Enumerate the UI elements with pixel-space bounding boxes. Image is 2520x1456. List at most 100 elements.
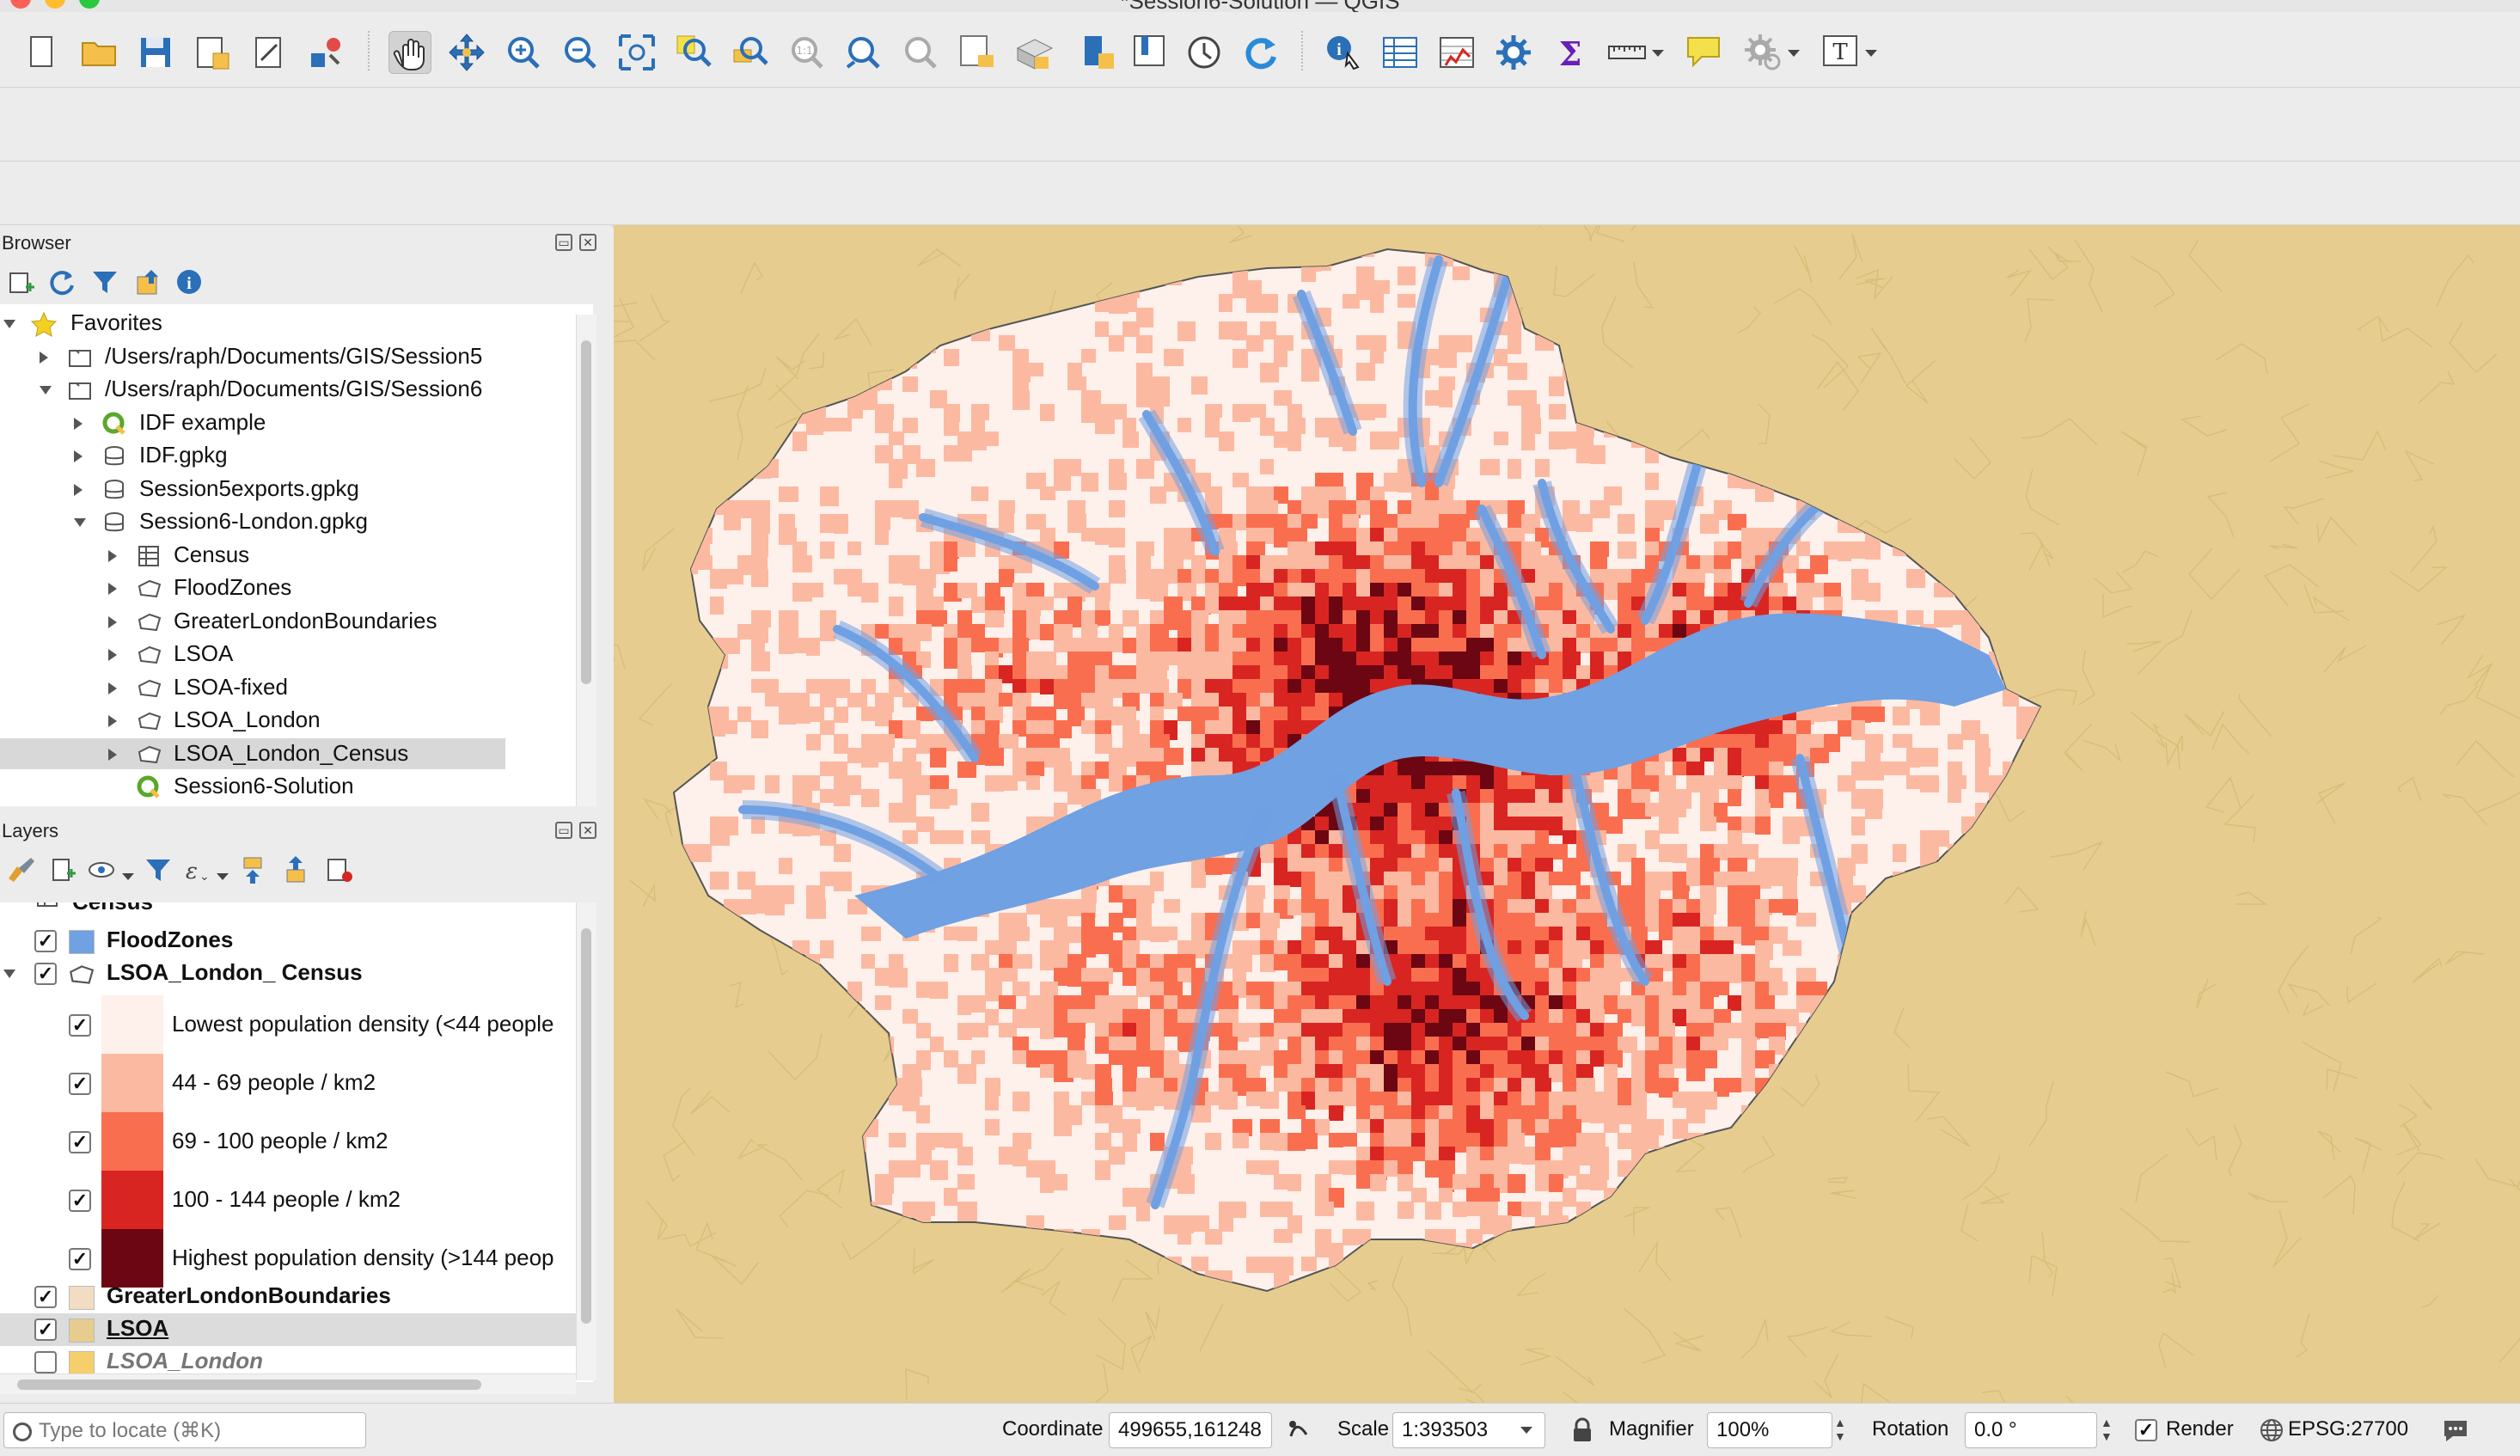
style-manager-icon[interactable] [304, 31, 347, 74]
pan-map-icon[interactable] [388, 31, 431, 74]
layer-item[interactable]: Census [0, 902, 576, 923]
close-panel-icon[interactable]: ✕ [579, 822, 596, 839]
browser-item[interactable]: Session5exports.gpkg [0, 474, 567, 505]
zoom-next-icon[interactable] [899, 31, 942, 74]
layer-visibility-checkbox[interactable]: ✓ [34, 1286, 57, 1308]
expanded-arrow-icon[interactable] [74, 518, 86, 527]
legend-class-checkbox[interactable]: ✓ [69, 1014, 91, 1037]
collapse-all-icon[interactable] [280, 853, 315, 887]
temporal-controller-icon[interactable] [1183, 31, 1226, 74]
zoom-to-selection-icon[interactable] [672, 31, 715, 74]
zoom-to-layer-icon[interactable] [729, 31, 772, 74]
style-manager-icon[interactable] [3, 853, 38, 887]
browser-item[interactable]: GreaterLondonBoundaries [0, 606, 567, 637]
remove-layer-icon[interactable] [321, 853, 356, 887]
open-project-icon[interactable] [77, 31, 120, 74]
new-3d-map-icon[interactable] [1012, 31, 1055, 74]
show-bookmarks-icon[interactable] [1128, 31, 1171, 74]
identify-features-icon[interactable]: i [1322, 31, 1365, 74]
browser-item[interactable]: LSOA-fixed [0, 672, 567, 703]
layer-item[interactable]: ✓ LSOA_London_ Census [0, 957, 576, 990]
collapsed-arrow-icon[interactable] [108, 748, 117, 761]
dropdown-caret-icon[interactable] [122, 873, 134, 880]
browser-item[interactable]: /Users/raph/Documents/GIS/Session6 [0, 374, 567, 405]
browser-item[interactable]: FloodZones [0, 572, 567, 603]
legend-class-item[interactable]: ✓ 69 - 100 people / km2 [0, 1112, 576, 1171]
layer-item[interactable]: ✓ GreaterLondonBoundaries [0, 1281, 576, 1313]
refresh-icon[interactable] [1239, 31, 1282, 74]
statistical-summary-icon[interactable] [1435, 31, 1478, 74]
dropdown-caret-icon[interactable] [217, 873, 229, 880]
collapsed-arrow-icon[interactable] [108, 682, 117, 694]
browser-scroll-thumb[interactable] [581, 340, 591, 684]
new-map-view-icon[interactable] [956, 31, 999, 74]
collapsed-arrow-icon[interactable] [108, 549, 117, 562]
legend-class-checkbox[interactable]: ✓ [69, 1248, 91, 1270]
layers-scrollbar[interactable] [576, 902, 596, 1380]
layer-visibility-checkbox[interactable]: ✓ [34, 963, 57, 985]
browser-item[interactable]: IDF.gpkg [0, 440, 567, 471]
browser-item[interactable]: /Users/raph/Documents/GIS/Session5 [0, 341, 567, 372]
browser-item[interactable]: Favorites [0, 308, 567, 339]
zoom-full-icon[interactable] [615, 31, 658, 74]
collapsed-arrow-icon[interactable] [108, 615, 117, 628]
visibility-icon[interactable] [86, 853, 120, 887]
chevron-down-icon[interactable] [1652, 50, 1664, 57]
refresh-icon[interactable] [45, 265, 79, 299]
map-canvas[interactable] [614, 225, 2520, 1403]
browser-item[interactable]: LSOA [0, 639, 567, 670]
legend-class-item[interactable]: ✓ Highest population density (>144 peop [0, 1229, 576, 1288]
info-icon[interactable]: i [172, 265, 206, 299]
expanded-arrow-icon[interactable] [3, 970, 15, 978]
show-statistical-summary-icon[interactable]: Σ [1549, 31, 1592, 74]
add-selected-layers-icon[interactable] [3, 265, 38, 299]
layers-hscrollbar[interactable] [0, 1373, 576, 1394]
zoom-native-icon[interactable]: 1:1 [786, 31, 829, 74]
layers-scroll-thumb[interactable] [581, 928, 591, 1324]
actions-icon[interactable] [1741, 31, 1784, 74]
layers-hscroll-thumb[interactable] [17, 1380, 481, 1390]
collapse-all-icon[interactable] [131, 265, 165, 299]
expanded-arrow-icon[interactable] [40, 386, 52, 395]
new-bookmark-icon[interactable] [1076, 31, 1119, 74]
zoom-last-icon[interactable] [842, 31, 885, 74]
browser-item[interactable]: LSOA_London_Census [0, 737, 505, 769]
layer-visibility-checkbox[interactable]: ✓ [34, 1318, 57, 1341]
browser-item[interactable]: Census [0, 540, 567, 571]
pan-to-selection-icon[interactable] [445, 31, 488, 74]
browser-item[interactable]: Session6-Start [0, 804, 567, 807]
text-annotation-icon[interactable]: T [1819, 31, 1862, 74]
collapsed-arrow-icon[interactable] [108, 649, 117, 661]
new-print-layout-icon[interactable] [191, 31, 234, 74]
layer-item[interactable]: ✓ LSOA [0, 1313, 576, 1346]
filter-legend-icon[interactable] [141, 853, 175, 887]
legend-class-item[interactable]: ✓ 44 - 69 people / km2 [0, 1054, 576, 1112]
float-panel-icon[interactable]: ▭ [555, 234, 572, 251]
collapsed-arrow-icon[interactable] [108, 583, 117, 595]
collapsed-arrow-icon[interactable] [40, 351, 48, 364]
browser-item[interactable]: IDF example [0, 407, 567, 438]
layout-manager-icon[interactable] [248, 31, 291, 74]
legend-class-checkbox[interactable]: ✓ [69, 1073, 91, 1095]
float-panel-icon[interactable]: ▭ [555, 822, 572, 839]
expression-filter-icon[interactable]: ε ⌄ [180, 853, 215, 887]
zoom-in-icon[interactable] [502, 31, 545, 74]
add-group-icon[interactable] [45, 853, 79, 887]
layer-visibility-checkbox[interactable]: ✓ [34, 930, 57, 952]
browser-scrollbar[interactable] [576, 315, 596, 806]
measure-line-icon[interactable] [1606, 31, 1648, 74]
browser-item[interactable]: Session6-London.gpkg [0, 506, 567, 537]
chevron-down-icon[interactable] [1865, 50, 1877, 57]
legend-class-item[interactable]: ✓ Lowest population density (<44 people [0, 995, 576, 1054]
close-panel-icon[interactable]: ✕ [579, 234, 596, 251]
collapsed-arrow-icon[interactable] [74, 417, 83, 430]
save-project-icon[interactable] [134, 31, 177, 74]
map-tips-icon[interactable] [1683, 31, 1726, 74]
browser-item[interactable]: LSOA_London [0, 705, 567, 736]
processing-toolbox-icon[interactable] [1492, 31, 1535, 74]
collapsed-arrow-icon[interactable] [74, 483, 83, 496]
browser-item[interactable]: Session6-Solution [0, 771, 567, 802]
chevron-down-icon[interactable] [1788, 50, 1800, 57]
new-project-icon[interactable] [21, 31, 64, 74]
layer-item[interactable]: ✓ FloodZones [0, 925, 576, 957]
